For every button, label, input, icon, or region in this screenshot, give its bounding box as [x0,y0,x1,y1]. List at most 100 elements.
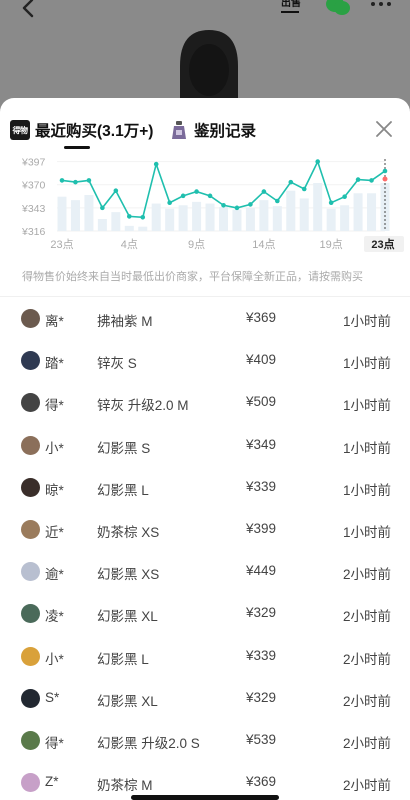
product-variant: 奶茶棕 M [97,778,153,794]
purchase-row: 小* 幻影黑 L ¥339 2小时前 [0,636,410,678]
price-point [355,177,361,182]
purchase-time: 2小时前 [342,693,391,709]
price-point [180,193,186,199]
close-icon[interactable] [374,119,394,139]
purchase-price: ¥339 [246,478,277,494]
purchase-row: 凌* 幻影黑 XL ¥329 2小时前 [0,593,410,635]
volume-bar [245,207,255,231]
buyer-name: 离* [45,314,64,329]
price-point [342,194,347,200]
buyer-name: S* [45,689,60,705]
avatar [21,688,40,708]
avatar [21,435,40,455]
purchase-price: ¥539 [246,731,277,747]
volume-bar [97,219,107,231]
avatar [21,773,40,793]
dewu-logo-icon: 得物 [10,120,30,140]
purchase-row: 近* 奶茶棕 XS ¥399 1小时前 [0,509,410,551]
purchase-time: 2小时前 [342,567,391,583]
volume-bar [165,208,175,231]
y-tick-label: ¥370 [21,180,46,192]
price-point [126,214,132,219]
purchase-time: 1小时前 [342,356,391,372]
volume-bar [151,203,161,231]
avatar [21,309,40,328]
purchase-price: ¥349 [246,436,277,452]
buyer-name: 小* [45,440,64,456]
tab-auth-label: 鉴别记录 [194,123,257,140]
tab-recent-label: 最近购买(3.1万+) [35,123,154,140]
y-tick-label: ¥397 [21,157,46,169]
avatar [21,477,40,497]
purchase-time: 1小时前 [342,524,391,540]
tab-authentication-records[interactable]: 鉴别记录 [170,118,256,142]
price-trend-chart: ¥397 ¥370 ¥343 ¥316 23点 4点 9点 14点 19点 23点 [0,154,410,258]
price-point [207,193,213,199]
x-tick-label: 23点 [50,238,73,251]
purchase-row: 离* 拂袖紫 M ¥369 1小时前 [0,298,410,340]
price-disclaimer: 得物售价始终来自当时最低出价商家，平台保障全新正品，请按需购买 [22,271,363,283]
x-tick-label-selected: 23点 [371,237,394,251]
buyer-name: 凌* [45,609,64,625]
price-point [328,200,334,206]
volume-bar [272,206,282,231]
price-point [248,202,253,207]
buyer-name: 晾* [45,482,64,498]
buyer-name: 近* [45,524,64,540]
product-variant: 幻影黑 XS [97,567,160,583]
purchase-time: 1小时前 [342,440,391,456]
avatar [21,604,40,624]
avatar [21,519,40,539]
purchase-price: ¥369 [246,774,277,790]
volume-bar [326,208,336,231]
volume-bar [367,193,377,231]
volume-bar [192,201,202,231]
sell-icon[interactable]: 出售 [281,0,303,18]
current-point-marker [382,176,388,182]
volume-bar [313,183,323,231]
purchase-time: 1小时前 [342,482,391,498]
active-tab-indicator [64,146,90,149]
more-icon[interactable] [370,0,392,10]
price-point [153,161,159,167]
purchase-time: 1小时前 [342,314,391,329]
volume-bar [57,196,67,231]
purchase-price: ¥329 [246,605,277,621]
volume-bar [84,195,94,231]
avatar [21,351,40,371]
purchase-time: 1小时前 [342,398,391,414]
wechat-icon[interactable] [325,0,351,16]
purchase-row: 踏* 锌灰 S ¥409 1小时前 [0,340,410,382]
price-point [234,205,240,211]
x-tick-label: 19点 [320,238,343,251]
purchase-time: 2小时前 [342,778,391,794]
volume-bar [111,212,121,231]
purchase-row: 逾* 幻影黑 XS ¥449 2小时前 [0,551,410,593]
purchase-row: S* 幻影黑 XL ¥329 2小时前 [0,678,410,720]
recent-purchases-sheet: 得物 最近购买(3.1万+) 鉴别记录 ¥397 ¥370 ¥343 ¥316 23点 4… [0,98,410,800]
buyer-name: 逾* [45,567,64,583]
back-arrow-icon[interactable] [18,0,40,18]
price-point [301,186,307,192]
product-variant: 幻影黑 L [97,651,149,667]
volume-bar [299,198,309,231]
x-tick-label: 14点 [252,238,275,251]
volume-bar [286,190,296,231]
volume-bar [205,203,215,231]
purchase-row: 小* 幻影黑 S ¥349 1小时前 [0,425,410,467]
purchase-list: 离* 拂袖紫 M ¥369 1小时前 踏* 锌灰 S ¥409 1小时前 得* 锌灰 升级2.0 … [0,298,410,800]
price-point [113,188,119,194]
tab-recent-purchases[interactable]: 得物 最近购买(3.1万+) [10,118,153,142]
price-point [59,178,65,183]
purchase-time: 2小时前 [342,735,391,751]
price-point [382,168,388,174]
buyer-name: 小* [45,651,64,667]
volume-bar [70,200,80,231]
volume-bar [340,205,350,231]
purchase-time: 2小时前 [342,609,391,625]
purchase-row: 得* 幻影黑 升级2.0 S ¥539 2小时前 [0,720,410,762]
product-variant: 幻影黑 L [97,482,149,498]
buyer-name: 得* [45,735,64,751]
price-point [73,179,78,185]
purchase-row: 得* 锌灰 升级2.0 M ¥509 1小时前 [0,382,410,424]
